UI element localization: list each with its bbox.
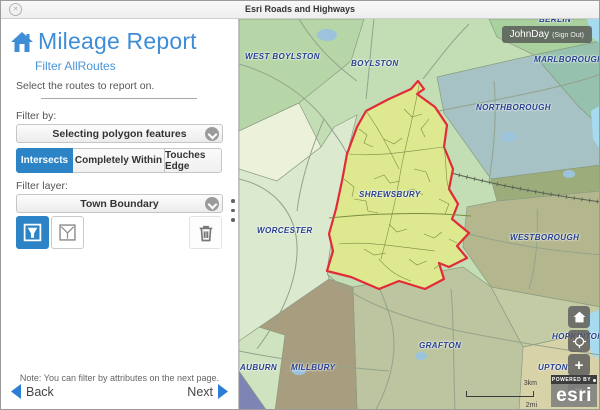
clear-selection-button[interactable]: [189, 216, 222, 249]
select-by-polygon-button[interactable]: [16, 216, 49, 249]
powered-by-label: POWERED BY: [552, 377, 591, 383]
town-label: WESTBOROUGH: [510, 233, 579, 242]
close-icon[interactable]: ✕: [9, 3, 22, 16]
filter-layer-value: Town Boundary: [80, 198, 159, 210]
app-window: ✕ Esri Roads and Highways Mileage Report…: [0, 0, 600, 410]
scale-km-label: 3km: [524, 380, 537, 387]
mileage-report-panel: Mileage Report Filter AllRoutes Select t…: [1, 19, 239, 409]
next-button[interactable]: Next: [187, 384, 228, 399]
sign-out-button[interactable]: JohnDay (Sign Out): [502, 26, 592, 43]
select-by-polygon-icon: [22, 222, 43, 243]
spatial-relation-segmented-control: Intersects Completely Within Touches Edg…: [16, 148, 223, 173]
back-button[interactable]: Back: [11, 384, 54, 399]
divider: [41, 98, 197, 99]
chevron-down-icon: [205, 197, 219, 211]
chevron-right-icon: [218, 384, 228, 399]
scale-mi-label: 2mi: [526, 402, 537, 409]
page-title: Mileage Report: [38, 28, 197, 55]
chevron-down-icon: [205, 127, 219, 141]
filter-layer-dropdown[interactable]: Town Boundary: [16, 194, 223, 213]
town-label-selected: SHREWSBURY: [359, 190, 421, 199]
town-label: BERLIN: [539, 19, 571, 24]
page-subtitle: Filter AllRoutes: [35, 59, 116, 73]
town-label: MARLBOROUGH: [534, 55, 599, 64]
window-titlebar: ✕ Esri Roads and Highways: [1, 1, 599, 19]
instruction-text: Select the routes to report on.: [16, 80, 154, 92]
username-label: JohnDay: [510, 29, 549, 40]
home-icon: [573, 311, 586, 323]
locate-crosshair-icon: [572, 334, 587, 349]
tab-intersects[interactable]: Intersects: [16, 148, 73, 173]
town-label: UPTON: [538, 363, 568, 372]
scale-bar: 3km 2mi: [466, 391, 534, 397]
zoom-in-button[interactable]: +: [568, 354, 590, 376]
tab-touches-edge[interactable]: Touches Edge: [164, 148, 222, 173]
home-button[interactable]: [568, 306, 590, 328]
town-label: WEST BOYLSTON: [245, 52, 320, 61]
town-label: GRAFTON: [419, 341, 461, 350]
map-canvas[interactable]: WEST BOYLSTON BOYLSTON BERLIN MARLBOROUG…: [239, 19, 599, 409]
town-label: MILLBURY: [291, 363, 335, 372]
report-home-icon: [10, 31, 34, 53]
select-by-rectangle-button[interactable]: [51, 216, 84, 249]
filter-method-dropdown[interactable]: Selecting polygon features: [16, 124, 223, 143]
town-label: AUBURN: [240, 363, 277, 372]
plus-icon: +: [575, 358, 584, 373]
sign-out-label: (Sign Out): [552, 32, 584, 39]
back-label: Back: [26, 385, 54, 399]
filter-layer-label: Filter layer:: [16, 180, 68, 192]
esri-wordmark: esri: [551, 384, 597, 407]
chevron-left-icon: [11, 384, 21, 399]
locate-button[interactable]: [568, 330, 590, 352]
town-label: BOYLSTON: [351, 59, 399, 68]
town-label: WORCESTER: [257, 226, 313, 235]
note-text: Note: You can filter by attributes on th…: [1, 373, 238, 383]
filter-method-value: Selecting polygon features: [52, 128, 186, 140]
trash-icon: [196, 223, 216, 243]
panel-resize-handle[interactable]: [231, 193, 235, 228]
select-by-rectangle-icon: [57, 222, 78, 243]
basemap-graphic: [239, 19, 599, 409]
town-label: NORTHBOROUGH: [476, 103, 551, 112]
filter-by-label: Filter by:: [16, 110, 56, 122]
esri-logo: POWERED BY esri: [551, 375, 597, 407]
window-title: Esri Roads and Highways: [1, 1, 599, 18]
next-label: Next: [187, 385, 213, 399]
tab-completely-within[interactable]: Completely Within: [72, 148, 165, 173]
